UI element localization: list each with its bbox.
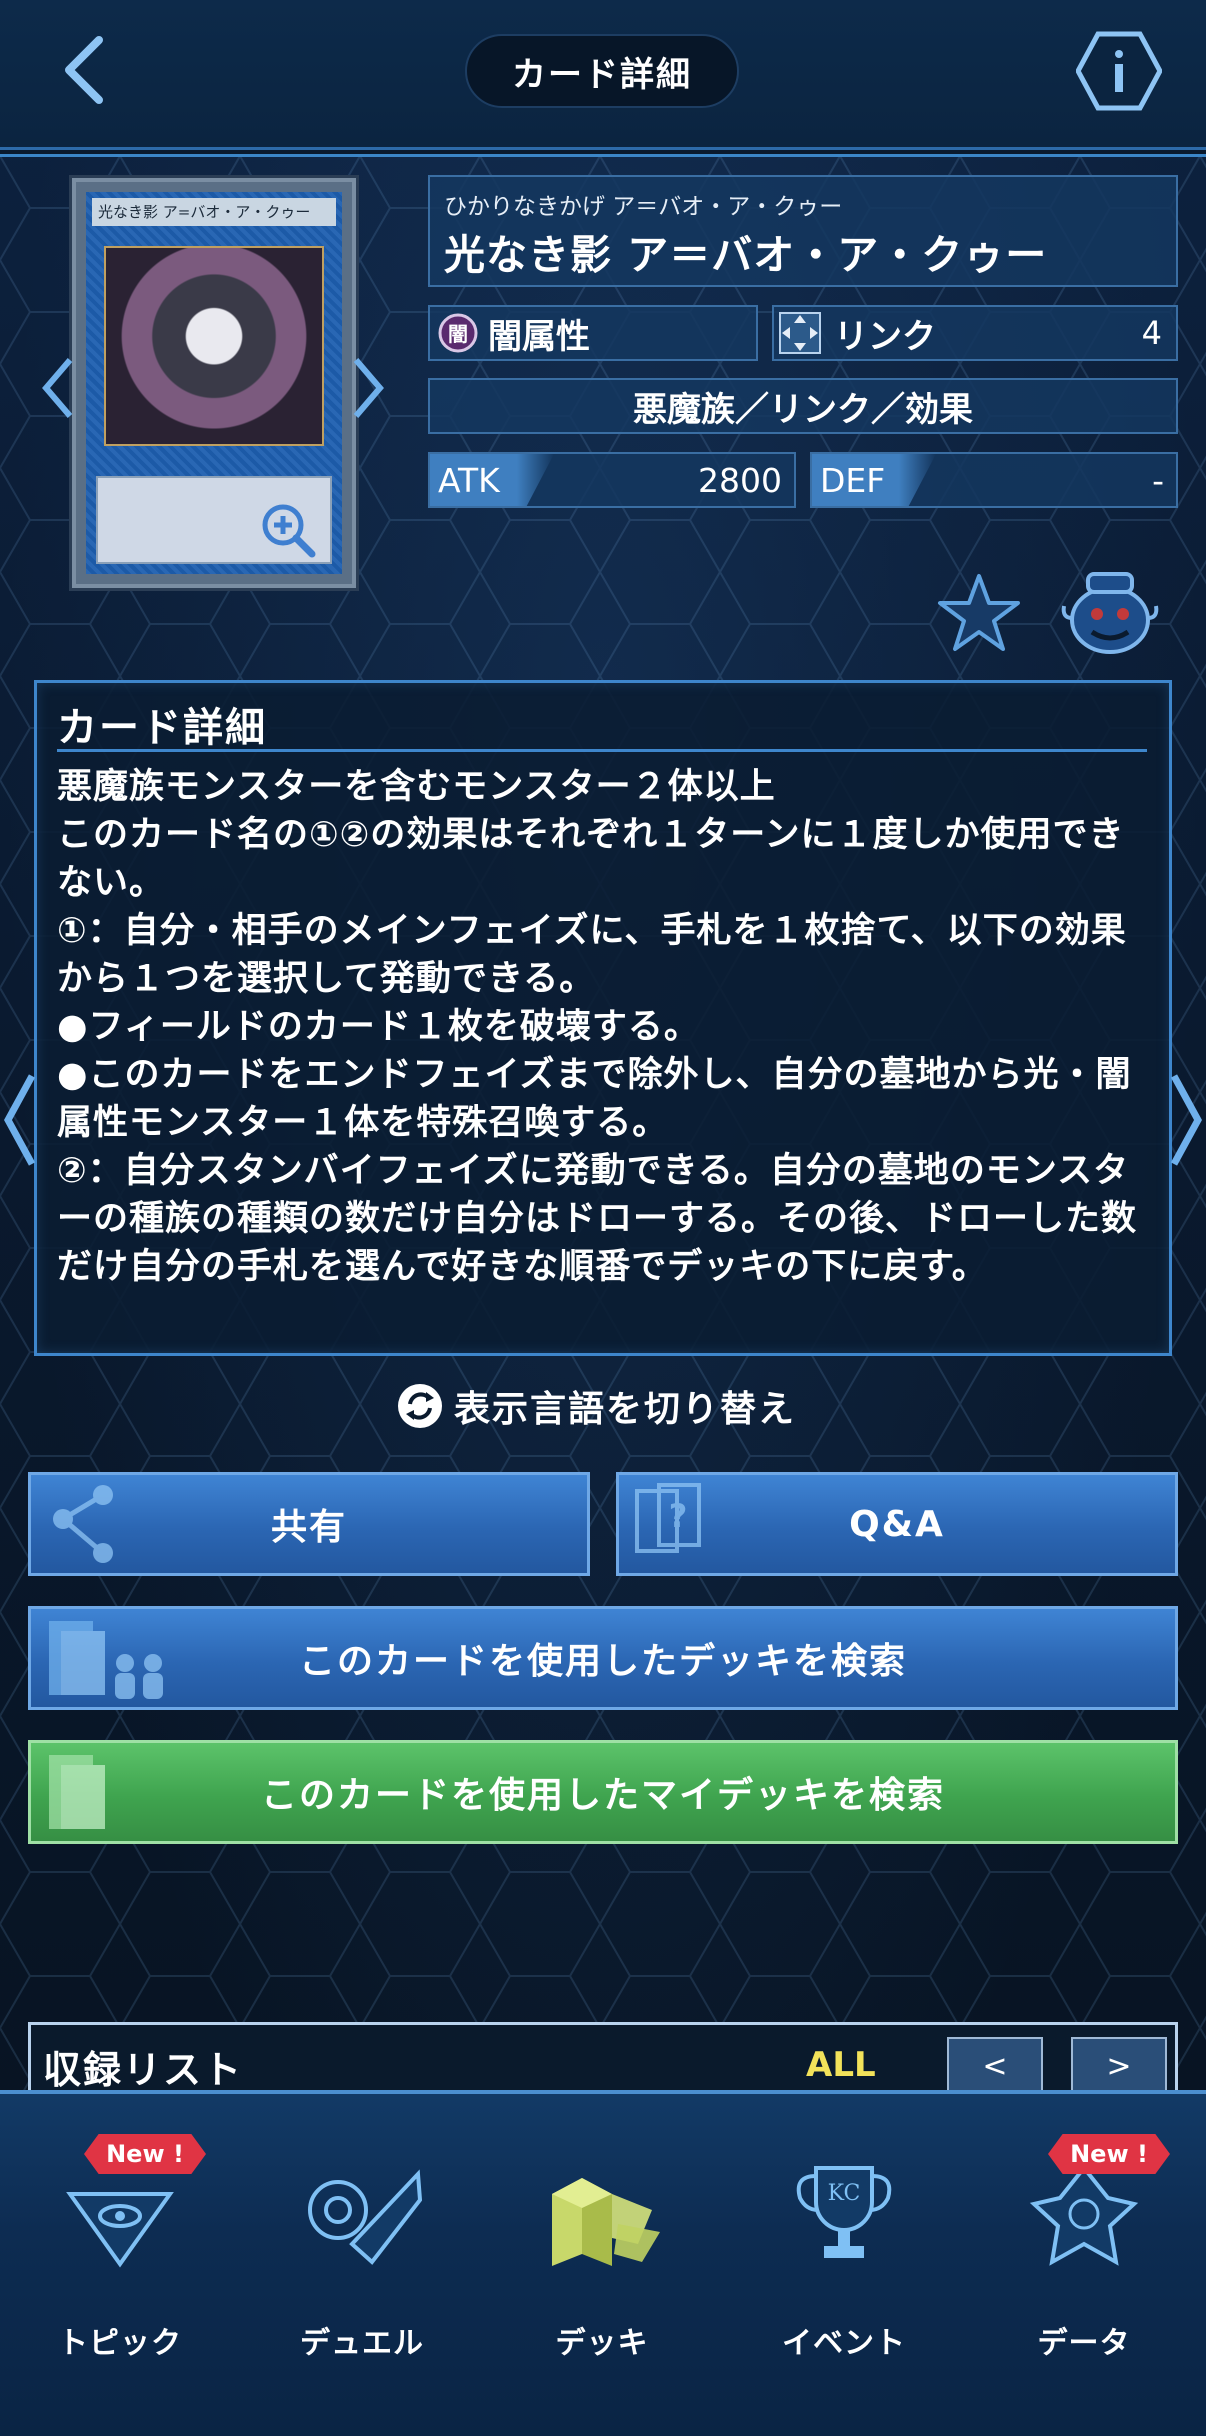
new-badge: New ! xyxy=(84,2134,206,2174)
prev-card-icon[interactable] xyxy=(40,356,76,420)
bottom-navigation: New ! トピック デュエル デッキ KC イベント New ! データ xyxy=(0,2090,1206,2436)
description-text: 悪魔族モンスターを含むモンスター２体以上 このカード名の①②の効果はそれぞれ１タ… xyxy=(57,767,1138,1287)
next-page-arrow-icon[interactable] xyxy=(1166,1070,1206,1170)
share-label: 共有 xyxy=(270,1507,347,1548)
nav-item-duel[interactable]: デュエル xyxy=(262,2134,462,2384)
recording-list-filter[interactable]: ALL xyxy=(806,2045,876,2085)
card-type-label: リンク xyxy=(834,316,936,357)
nav-item-deck[interactable]: デッキ xyxy=(502,2134,702,2384)
header-bar: カード詳細 xyxy=(0,0,1206,150)
description-divider xyxy=(57,749,1147,752)
search-my-decks-label: このカードを使用したマイデッキを検索 xyxy=(260,1775,945,1816)
race-line: 悪魔族／リンク／効果 xyxy=(428,378,1178,434)
recording-list-header: 収録リスト ALL < > xyxy=(28,2022,1178,2095)
deck-icon xyxy=(552,2178,660,2266)
card-name: 光なき影 ア＝バオ・ア・クゥー xyxy=(444,231,1048,279)
qa-label: Q&A xyxy=(849,1503,945,1545)
duel-disk-icon xyxy=(308,2169,422,2265)
pot-of-greed-icon[interactable] xyxy=(1060,568,1160,656)
dark-attribute-icon: 闇 xyxy=(438,313,478,353)
link-rating: 4 xyxy=(1141,314,1162,352)
nav-label-duel: デュエル xyxy=(300,2326,424,2361)
prev-page-arrow-icon[interactable] xyxy=(0,1070,40,1170)
info-icon[interactable] xyxy=(1076,30,1162,112)
atk-panel: ATK 2800 xyxy=(428,452,796,508)
atk-value: 2800 xyxy=(698,460,782,500)
favorite-star-icon[interactable] xyxy=(936,572,1022,654)
attribute-panel: 闇 闇属性 xyxy=(428,305,758,361)
card-image-name: 光なき影 ア=バオ・ア・クゥー xyxy=(92,198,336,226)
new-badge: New ! xyxy=(1048,2134,1170,2174)
trophy-icon: KC xyxy=(796,2166,892,2258)
share-icon xyxy=(53,1485,113,1563)
card-artwork xyxy=(104,246,324,446)
zoom-in-icon[interactable] xyxy=(258,500,318,560)
nav-label-event: イベント xyxy=(782,2326,906,2361)
page-title: カード詳細 xyxy=(465,34,739,108)
nav-label-deck: デッキ xyxy=(555,2326,649,2361)
qa-card-icon: ? xyxy=(635,1483,701,1553)
nav-label-topic: トピック xyxy=(58,2326,182,2361)
description-title: カード詳細 xyxy=(57,705,267,751)
def-value: - xyxy=(1152,460,1164,500)
card-type-panel: リンク 4 xyxy=(772,305,1178,361)
recording-prev-button[interactable]: < xyxy=(947,2037,1043,2095)
recording-list-title: 収録リスト xyxy=(43,2048,244,2092)
recording-next-button[interactable]: > xyxy=(1071,2037,1167,2095)
link-marker-icon xyxy=(779,312,821,354)
deck-users-icon xyxy=(49,1621,163,1699)
search-my-decks-button[interactable]: このカードを使用したマイデッキを検索 xyxy=(28,1740,1178,1844)
attribute-label: 闇属性 xyxy=(488,316,590,357)
nav-item-event[interactable]: KC イベント xyxy=(744,2134,944,2384)
nav-item-data[interactable]: New ! データ xyxy=(984,2134,1184,2384)
language-toggle-label: 表示言語を切り替え xyxy=(454,1389,797,1430)
card-name-panel: ひかりなきかげ ア＝バオ・ア・クゥー 光なき影 ア＝バオ・ア・クゥー xyxy=(428,175,1178,287)
share-button[interactable]: 共有 xyxy=(28,1472,590,1576)
back-arrow-icon[interactable] xyxy=(55,30,115,110)
next-card-icon[interactable] xyxy=(350,356,386,420)
qa-button[interactable]: ? Q&A xyxy=(616,1472,1178,1576)
search-decks-label: このカードを使用したデッキを検索 xyxy=(298,1641,907,1682)
def-label: DEF xyxy=(812,454,936,506)
my-deck-icon xyxy=(49,1755,105,1829)
svg-text:KC: KC xyxy=(828,2181,861,2206)
card-image[interactable]: 光なき影 ア=バオ・ア・クゥー xyxy=(72,178,356,588)
nav-label-data: データ xyxy=(1037,2326,1131,2361)
nav-item-topic[interactable]: New ! トピック xyxy=(20,2134,220,2384)
attribute-glyph: 闇 xyxy=(448,322,468,346)
card-name-ruby: ひかりなきかげ ア＝バオ・ア・クゥー xyxy=(444,194,843,220)
svg-text:?: ? xyxy=(669,1497,690,1535)
refresh-icon xyxy=(398,1384,442,1428)
card-description-panel: カード詳細 悪魔族モンスターを含むモンスター２体以上 このカード名の①②の効果は… xyxy=(34,680,1172,1356)
def-panel: DEF - xyxy=(810,452,1178,508)
atk-label: ATK xyxy=(430,454,554,506)
language-toggle[interactable]: 表示言語を切り替え xyxy=(396,1378,796,1434)
search-decks-button[interactable]: このカードを使用したデッキを検索 xyxy=(28,1606,1178,1710)
